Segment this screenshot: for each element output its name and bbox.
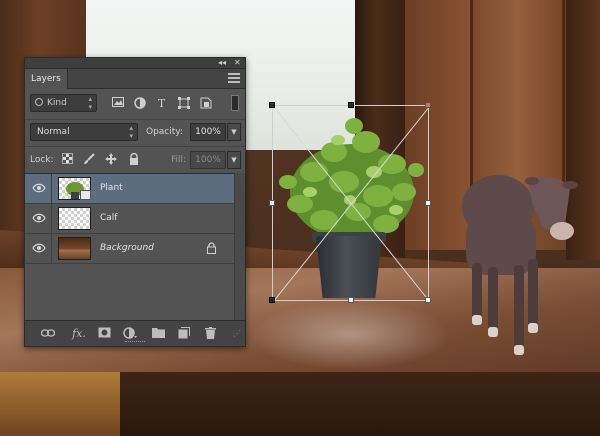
layer-name-plant: Plant xyxy=(100,183,123,193)
transform-handle-middle-right[interactable] xyxy=(425,200,431,206)
transform-handle-top-left[interactable] xyxy=(269,102,275,108)
panel-titlebar[interactable]: ◂◂ ✕ xyxy=(25,58,245,69)
link-icon[interactable] xyxy=(40,327,56,341)
layer-thumbnail-calf xyxy=(58,207,91,230)
fill-label: Fill: xyxy=(171,155,187,165)
lock-transparent-icon[interactable] xyxy=(61,153,73,165)
calf-figure xyxy=(458,155,578,365)
layer-name-calf: Calf xyxy=(100,213,118,223)
visibility-eye-icon[interactable] xyxy=(32,213,46,223)
transform-bounding-box[interactable] xyxy=(269,102,431,303)
filter-kind-select[interactable]: Kind ▴ ▾ xyxy=(30,94,97,112)
blend-mode-row: Normal ▴ ▾ Opacity: 100% ▼ xyxy=(25,119,245,146)
filter-adjustment-icon[interactable] xyxy=(133,97,146,110)
blend-mode-value: Normal xyxy=(37,127,70,137)
layer-row-calf[interactable]: Calf xyxy=(25,204,234,234)
lock-icon xyxy=(207,242,216,254)
layer-filter-row: Kind ▴ ▾ T xyxy=(25,90,245,118)
transform-handle-bottom-right[interactable] xyxy=(425,297,431,303)
opacity-dropdown-button[interactable]: ▼ xyxy=(227,123,241,141)
transform-handle-middle-left[interactable] xyxy=(269,200,275,206)
resize-grip-icon[interactable]: ⋰ xyxy=(230,327,244,341)
visibility-eye-icon[interactable] xyxy=(32,183,46,193)
search-icon xyxy=(35,98,43,106)
opacity-field[interactable]: 100% xyxy=(190,123,226,141)
lock-move-icon[interactable] xyxy=(105,153,117,165)
lock-brush-icon[interactable] xyxy=(83,153,95,165)
layer-name-background: Background xyxy=(100,243,154,253)
filter-pixel-icon[interactable] xyxy=(111,97,124,110)
fill-dropdown-button[interactable]: ▼ xyxy=(227,151,241,169)
panel-menu-icon[interactable] xyxy=(228,73,240,84)
layer-thumbnail-background xyxy=(58,237,91,260)
filter-type-icon[interactable]: T xyxy=(155,97,168,110)
fill-field[interactable]: 100% xyxy=(190,151,226,169)
adjustment-icon[interactable] xyxy=(123,327,137,341)
blend-mode-select[interactable]: Normal ▴ ▾ xyxy=(30,123,138,141)
trash-icon[interactable] xyxy=(203,327,217,341)
transform-handle-top-right[interactable] xyxy=(425,102,431,108)
layer-list-scrollbar[interactable] xyxy=(234,173,245,320)
fx-icon[interactable]: fx. xyxy=(69,327,89,341)
layer-thumbnail-plant xyxy=(58,177,91,200)
lock-all-icon[interactable] xyxy=(128,152,140,165)
sill-reflection xyxy=(250,300,450,370)
panel-tabbar: Layers xyxy=(25,69,245,89)
layer-row-plant[interactable]: Plant xyxy=(25,174,234,204)
mask-icon[interactable] xyxy=(97,327,111,341)
visibility-eye-icon[interactable] xyxy=(32,243,46,253)
lock-row: Lock: Fill: 100% ▼ xyxy=(25,146,245,172)
smart-object-badge-icon xyxy=(80,190,91,200)
new-layer-icon[interactable] xyxy=(177,327,191,341)
transform-handle-bottom-center[interactable] xyxy=(348,297,354,303)
transform-handle-bottom-left[interactable] xyxy=(269,297,275,303)
floor-light-patch xyxy=(0,372,120,436)
lock-label: Lock: xyxy=(30,155,54,165)
collapse-panel-button[interactable]: ◂◂ xyxy=(218,58,226,68)
select-arrows-icon: ▴ ▾ xyxy=(88,95,92,111)
layer-list: Plant Calf Background xyxy=(25,173,234,320)
filter-shape-icon[interactable] xyxy=(177,97,190,110)
folder-icon[interactable] xyxy=(151,327,165,341)
filter-smart-object-icon[interactable] xyxy=(199,97,212,110)
transform-handle-top-center[interactable] xyxy=(348,102,354,108)
layer-row-background[interactable]: Background xyxy=(25,234,234,264)
select-arrows-icon: ▴ ▾ xyxy=(129,124,133,140)
filter-kind-label: Kind xyxy=(47,98,67,108)
layers-panel: ◂◂ ✕ Layers Kind ▴ ▾ T Normal ▴ ▾ Opacit… xyxy=(24,57,246,347)
panel-resize-grip[interactable] xyxy=(125,341,145,343)
tab-layers[interactable]: Layers xyxy=(25,69,68,89)
close-panel-button[interactable]: ✕ xyxy=(234,58,241,68)
filter-toggle-switch[interactable] xyxy=(231,95,239,111)
opacity-label: Opacity: xyxy=(146,127,183,137)
